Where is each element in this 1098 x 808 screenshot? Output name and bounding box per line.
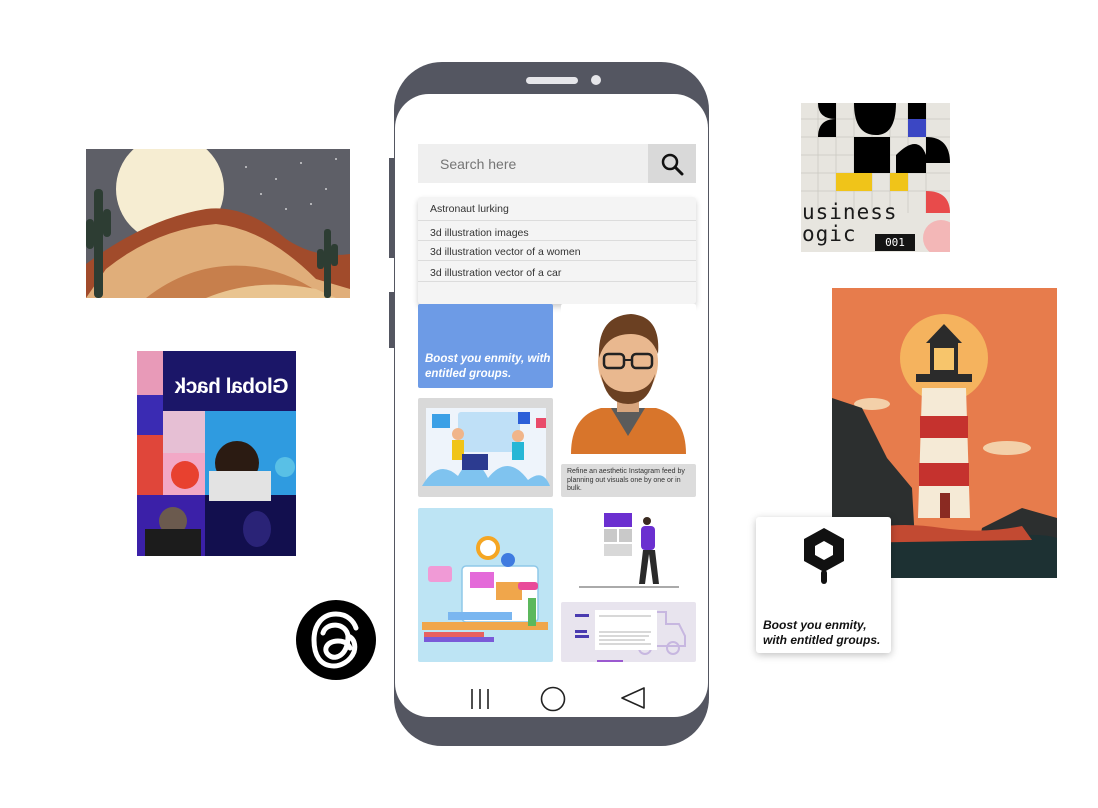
teamwork-illustration-tile[interactable] — [418, 398, 553, 497]
boost-tile-text: Boost you enmity, with entitled groups. — [425, 353, 551, 380]
boost-card-text: Boost you enmity, with entitled groups. — [763, 618, 881, 647]
business-number-badge: 001 — [875, 234, 915, 251]
refine-feed-tile[interactable]: Refine an aesthetic Instagram feed by pl… — [561, 464, 696, 497]
desert-illustration-card — [86, 149, 350, 298]
search-bar — [418, 144, 648, 183]
suggestion-item[interactable]: 3d illustration vector of a women — [418, 241, 696, 261]
search-input[interactable] — [418, 144, 648, 183]
business-title-line1: usiness — [802, 200, 898, 224]
search-suggestions-dropdown: Astronaut lurking 3d illustration images… — [418, 197, 696, 304]
business-logic-poster-card: usiness ogic 001 — [801, 103, 950, 252]
phone-speaker — [526, 77, 578, 84]
search-icon — [661, 153, 684, 175]
global-hack-title: Global hack — [175, 375, 289, 398]
recents-button[interactable] — [469, 687, 491, 711]
search-button[interactable] — [648, 144, 696, 183]
suggestion-item[interactable]: 3d illustration images — [418, 221, 696, 241]
boost-promo-card: Boost you enmity, with entitled groups. — [756, 517, 891, 653]
delivery-document-tile[interactable] — [561, 602, 696, 662]
back-icon — [621, 687, 645, 709]
boost-tile[interactable]: Boost you enmity, with entitled groups. — [418, 304, 553, 388]
phone-camera — [591, 75, 601, 85]
volume-up-button — [389, 158, 394, 258]
business-title-line2: ogic — [802, 222, 857, 246]
home-button[interactable] — [540, 686, 566, 712]
refine-tile-text: Refine an aesthetic Instagram feed by pl… — [567, 468, 685, 492]
person-illustration-tile[interactable] — [561, 508, 696, 592]
volume-down-button — [389, 292, 394, 348]
learning-illustration-tile[interactable] — [418, 508, 553, 662]
suggestion-item[interactable]: Astronaut lurking — [418, 197, 696, 221]
global-hack-poster-card: Global hack — [137, 351, 296, 556]
suggestion-item[interactable]: 3d illustration vector of a car — [418, 261, 696, 282]
back-button[interactable] — [619, 685, 647, 711]
recents-icon — [471, 689, 489, 709]
avatar-3d-tile[interactable] — [561, 304, 696, 454]
threads-logo-icon — [296, 600, 376, 680]
hexagon-logo-icon — [804, 528, 844, 584]
home-icon — [540, 686, 566, 712]
